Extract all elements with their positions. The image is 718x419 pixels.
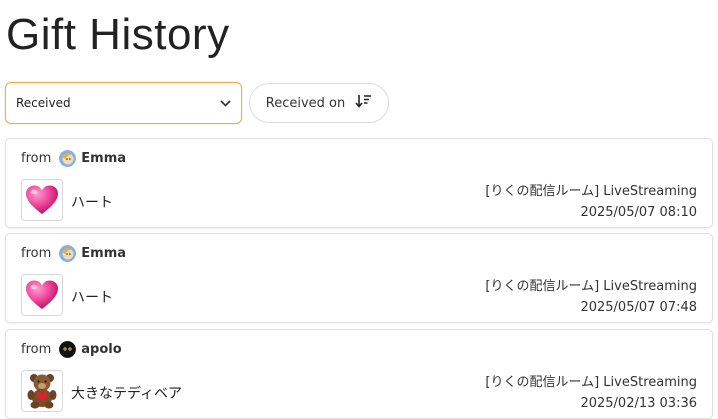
emma-avatar	[59, 150, 77, 167]
page-title: Gift History	[6, 10, 230, 59]
gift-datetime: 2025/05/07 07:48	[580, 300, 697, 315]
gift-meta: [りくの配信ルーム] LiveStreaming 2025/05/07 07:4…	[485, 276, 697, 318]
gift-sender-row: from apolo	[21, 341, 122, 358]
sender-name: Emma	[81, 151, 127, 166]
heart-gift-icon	[21, 274, 63, 316]
gift-datetime: 2025/02/13 03:36	[580, 396, 697, 411]
chevron-down-icon	[219, 97, 231, 109]
gift-name: ハート	[71, 195, 113, 211]
gift-card: from apolo 大きなテディベア [りくの配信ルーム] LiveStrea…	[5, 329, 713, 419]
sort-button-label: Received on	[265, 95, 346, 111]
gift-room: [りくの配信ルーム] LiveStreaming	[485, 184, 697, 199]
apolo-avatar	[59, 341, 77, 358]
gift-sender-row: from Emma	[21, 150, 126, 167]
emma-avatar	[59, 245, 77, 262]
gift-card: from Emma ハート [りくの配信ルーム] LiveStreaming 2…	[5, 233, 713, 323]
gift-datetime: 2025/05/07 08:10	[580, 205, 697, 220]
teddy-bear-gift-icon	[21, 370, 63, 412]
from-label: from	[21, 342, 52, 357]
sender-name: Emma	[81, 246, 127, 261]
gift-name: 大きなテディベア	[71, 386, 183, 402]
filter-select-value: Received	[16, 96, 71, 110]
gift-room: [りくの配信ルーム] LiveStreaming	[485, 375, 697, 390]
gift-card: from Emma ハート [りくの配信ルーム] LiveStreaming 2…	[5, 138, 713, 228]
gift-sender-row: from Emma	[21, 245, 126, 262]
gift-name: ハート	[71, 290, 113, 306]
heart-gift-icon	[21, 179, 63, 221]
sort-button[interactable]: Received on	[249, 83, 389, 123]
sender-name: apolo	[81, 342, 122, 357]
sort-descending-icon	[355, 94, 372, 112]
from-label: from	[21, 246, 52, 261]
from-label: from	[21, 151, 52, 166]
gift-meta: [りくの配信ルーム] LiveStreaming 2025/05/07 08:1…	[485, 181, 697, 223]
gift-room: [りくの配信ルーム] LiveStreaming	[485, 279, 697, 294]
gift-meta: [りくの配信ルーム] LiveStreaming 2025/02/13 03:3…	[485, 372, 697, 414]
filter-select[interactable]: Received	[5, 82, 242, 124]
